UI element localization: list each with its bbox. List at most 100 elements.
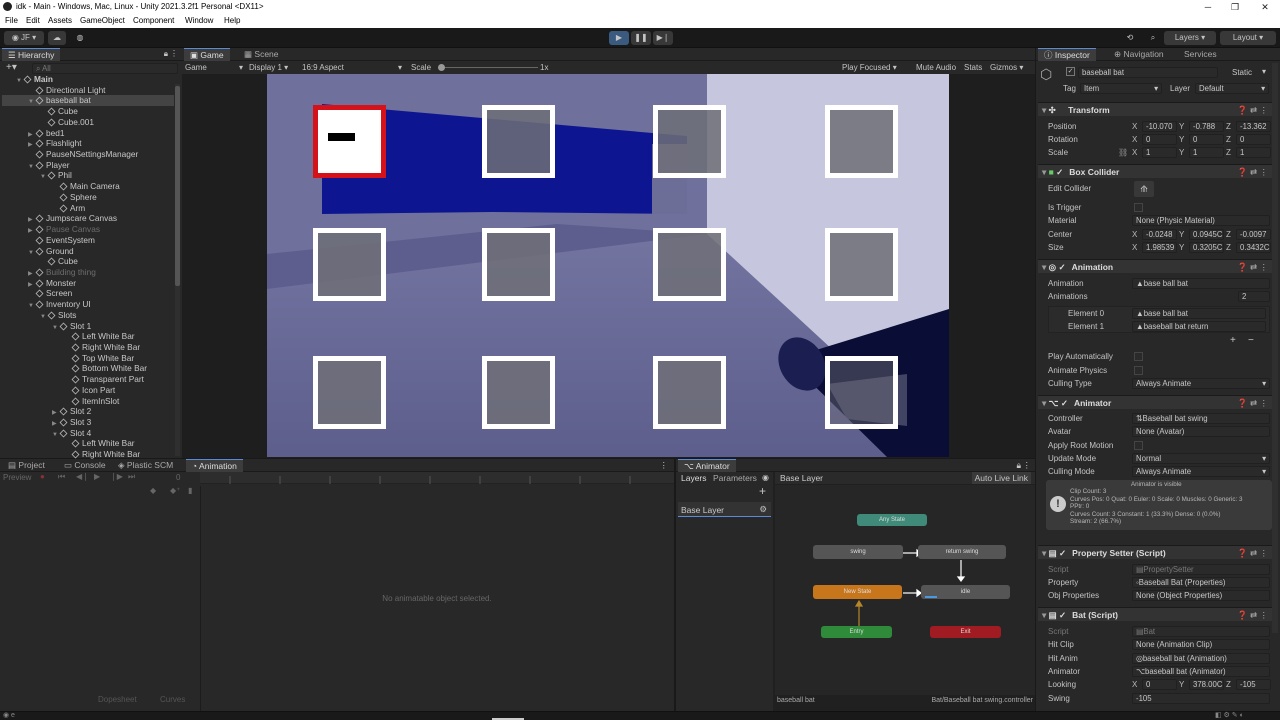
hierarchy-item[interactable]: ▶ Jumpscare Canvas [2,213,174,224]
axis-x-label[interactable]: X [1132,148,1137,157]
center-z-field[interactable]: -0.0097 [1236,229,1271,240]
display-dropdown[interactable]: Display 1 ▾ [249,61,305,74]
lock-icon[interactable]: 🔒︎ [1016,460,1021,471]
obj-properties-field[interactable]: None (Object Properties) [1132,590,1270,601]
tag-dropdown[interactable]: Item ▾ [1080,83,1162,94]
menu-assets[interactable]: Assets [48,16,72,25]
component-menu-icons[interactable]: ❓ ⇄ ⋮ [1237,103,1268,117]
animate-physics-checkbox[interactable] [1134,366,1143,375]
scroll-thumb[interactable] [175,86,180,286]
aspect-dropdown[interactable]: 16:9 Aspect ▾ [302,61,402,74]
inventory-slot-10[interactable] [482,356,555,429]
breadcrumb-base-layer[interactable]: Base Layer [780,473,823,483]
component-menu-icons[interactable]: ❓ ⇄ ⋮ [1237,546,1268,560]
center-y-field[interactable]: 0.0945C [1189,229,1224,240]
axis-x-label[interactable]: X [1132,122,1137,131]
curves-button[interactable]: Curves [160,695,185,704]
component-menu-icons[interactable]: ❓ ⇄ ⋮ [1237,396,1268,410]
animation-clip-field[interactable]: ▲base ball bat [1132,278,1270,289]
animation-header[interactable]: ▾ ◎ ✓ Animation ❓ ⇄ ⋮ [1038,259,1272,273]
inventory-slot-4[interactable] [825,105,898,178]
hierarchy-search-input[interactable]: ⌕ All [32,63,178,74]
account-button[interactable]: ◉ JF ▾ [4,31,44,45]
hierarchy-item[interactable]: ▼ Inventory UI [2,299,174,310]
axis-x-label[interactable]: X [1132,135,1137,144]
hierarchy-item[interactable]: Directional Light [2,85,174,96]
size-y-field[interactable]: 0.3205C [1189,242,1224,253]
component-menu-icons[interactable]: ❓ ⇄ ⋮ [1237,165,1268,179]
hierarchy-item[interactable]: ▼ Slot 4 [2,428,174,439]
edit-collider-button[interactable]: ⟰ [1134,181,1154,197]
rotation-y-field[interactable]: 0 [1189,134,1224,145]
axis-y-label[interactable]: Y [1179,135,1184,144]
center-x-field[interactable]: -0.0248 [1142,229,1177,240]
tab-parameters[interactable]: Parameters [713,473,757,483]
record-icon[interactable]: ● [40,472,45,481]
tab-services[interactable]: Services [1178,48,1223,61]
state-any-state[interactable]: Any State [857,514,927,526]
state-swing[interactable]: swing [813,545,903,559]
menu-help[interactable]: Help [224,16,240,25]
animator-component-header[interactable]: ▾ ⌥ ✓ Animator ❓ ⇄ ⋮ [1038,395,1272,409]
hierarchy-item[interactable]: ItemInSlot [2,396,174,407]
scale-y-field[interactable]: 1 [1189,147,1224,158]
stats-button[interactable]: Stats [964,61,982,74]
close-icon[interactable]: ✕ [1252,0,1278,14]
property-field[interactable]: ◦Baseball Bat (Properties) [1132,577,1270,588]
hierarchy-item[interactable]: ▼ Player [2,160,174,171]
event-marker-icon[interactable]: ▮ [188,486,192,495]
hierarchy-item[interactable]: Cube.001 [2,117,174,128]
hierarchy-item[interactable]: ▶ Slot 3 [2,417,174,428]
is-trigger-checkbox[interactable] [1134,203,1143,212]
tab-game[interactable]: ▣ Game [184,48,230,61]
add-element-icon[interactable]: + [1230,335,1236,346]
hierarchy-item[interactable]: ▼ Main [2,74,174,85]
layer-dropdown[interactable]: Default ▾ [1195,83,1269,94]
root-motion-checkbox[interactable] [1134,441,1143,450]
culling-mode-dropdown[interactable]: Always Animate ▾ [1132,466,1270,477]
transform-header[interactable]: ▾ ✣ Transform ❓ ⇄ ⋮ [1038,102,1272,116]
element-1-field[interactable]: ▲baseball bat return [1132,321,1266,332]
size-x-field[interactable]: 1.98539 [1142,242,1177,253]
tab-navigation[interactable]: ⊕ Navigation [1108,48,1170,61]
state-idle[interactable]: idle [921,585,1010,599]
box-collider-header[interactable]: ▾ ■ ✓ Box Collider ❓ ⇄ ⋮ [1038,164,1272,178]
tab-plastic-scm[interactable]: ◈ Plastic SCM [112,459,179,472]
pause-button[interactable]: ❚❚ [631,31,651,45]
hierarchy-item[interactable]: Icon Part [2,385,174,396]
looking-y-field[interactable]: 378.00C [1189,679,1224,690]
last-key-icon[interactable]: ⏭ [128,472,135,482]
culling-type-dropdown[interactable]: Always Animate ▾ [1132,378,1270,389]
hierarchy-item[interactable]: ▼ Phil [2,170,174,181]
lock-icon[interactable]: 🔒︎ [164,49,168,59]
tab-scene[interactable]: ▦ Scene [238,48,285,61]
hierarchy-item[interactable]: Cube [2,106,174,117]
hierarchy-item[interactable]: ▼ Slot 1 [2,321,174,332]
hierarchy-scrollbar[interactable] [175,84,180,456]
history-icon[interactable]: ⟲ [1120,31,1140,45]
scale-z-field[interactable]: 1 [1236,147,1271,158]
hierarchy-item[interactable]: Transparent Part [2,374,174,385]
menu-dots-icon[interactable]: ⋮ [660,460,669,471]
hierarchy-item[interactable]: PauseNSettingsManager [2,149,174,160]
hierarchy-item[interactable]: Bottom White Bar [2,363,174,374]
inventory-slot-3[interactable] [653,105,726,178]
axis-x-label[interactable]: X [1132,243,1137,252]
hierarchy-item[interactable]: ▶ Monster [2,278,174,289]
play-auto-checkbox[interactable] [1134,352,1143,361]
hierarchy-item[interactable]: Top White Bar [2,353,174,364]
add-layer-icon[interactable]: + [759,484,766,498]
update-mode-dropdown[interactable]: Normal ▾ [1132,453,1270,464]
tab-layers[interactable]: Layers [681,473,707,483]
game-viewport[interactable] [267,74,949,457]
menu-gameobject[interactable]: GameObject [80,16,125,25]
play-button[interactable]: ▶ [609,31,629,45]
static-dropdown-icon[interactable]: ▾ [1262,67,1266,76]
eye-icon[interactable]: ◉ [762,473,769,482]
console-status-icon[interactable]: ◉ e [3,711,15,719]
timeline-ruler[interactable] [200,472,674,484]
hierarchy-item[interactable]: Arm [2,203,174,214]
controller-field[interactable]: ⇅Baseball bat swing [1132,413,1270,424]
hierarchy-item[interactable]: ▼ baseball bat [2,95,174,107]
hierarchy-item[interactable]: Cube [2,256,174,267]
